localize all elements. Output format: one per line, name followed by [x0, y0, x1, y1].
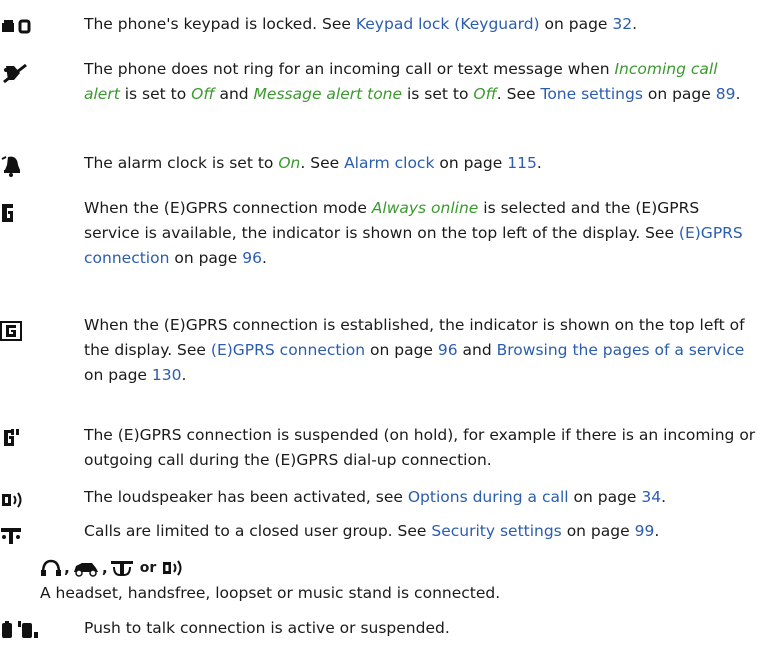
alarm-clock-icon: [0, 155, 32, 177]
link-security-settings[interactable]: Security settings: [431, 522, 561, 540]
push-to-talk-icon: [0, 620, 40, 642]
page-link[interactable]: 99: [635, 522, 655, 540]
loudspeaker-icon: [0, 490, 32, 512]
entry-text: The phone's keypad is locked. See Keypad…: [84, 15, 638, 33]
entry-text: The phone does not ring for an incoming …: [84, 60, 741, 103]
page-link[interactable]: 96: [242, 249, 262, 267]
silent-mode-icon: [0, 63, 32, 85]
link-keypad-lock[interactable]: Keypad lock (Keyguard): [356, 15, 540, 33]
egprs-suspended-icon: [0, 428, 32, 450]
link-options-during-call[interactable]: Options during a call: [408, 488, 569, 506]
link-tone-settings[interactable]: Tone settings: [540, 85, 642, 103]
link-egprs-connection[interactable]: (E)GPRS connection: [211, 341, 365, 359]
entry-text: A headset, handsfree, loopset or music s…: [40, 584, 501, 602]
page-link[interactable]: 89: [716, 85, 736, 103]
handsfree-car-icon: [72, 556, 100, 581]
egprs-connected-icon: [0, 321, 32, 343]
entry-text: Calls are limited to a closed user group…: [84, 522, 660, 540]
entry-text: When the (E)GPRS connection is establish…: [84, 316, 745, 384]
page-link[interactable]: 32: [612, 15, 632, 33]
page-link[interactable]: 96: [438, 341, 458, 359]
keypad-lock-icon: [0, 16, 32, 38]
entry-text: Push to talk connection is active or sus…: [84, 619, 450, 637]
link-browsing-pages[interactable]: Browsing the pages of a service: [497, 341, 745, 359]
page-link[interactable]: 34: [641, 488, 661, 506]
egprs-available-icon: [0, 203, 32, 225]
accessory-icon-row: , , or: [40, 557, 188, 579]
link-alarm-clock[interactable]: Alarm clock: [344, 154, 434, 172]
entry-text: The loudspeaker has been activated, see …: [84, 488, 667, 506]
entry-text: When the (E)GPRS connection mode Always …: [84, 199, 743, 267]
page-link[interactable]: 130: [152, 366, 182, 384]
music-stand-speaker-icon: [162, 556, 188, 581]
loopset-icon: [110, 556, 134, 581]
entry-text: The (E)GPRS connection is suspended (on …: [84, 426, 756, 469]
entry-text: The alarm clock is set to On. See Alarm …: [84, 154, 542, 172]
closed-user-group-icon: [0, 526, 32, 548]
headset-icon: [40, 556, 62, 581]
page-link[interactable]: 115: [507, 154, 537, 172]
